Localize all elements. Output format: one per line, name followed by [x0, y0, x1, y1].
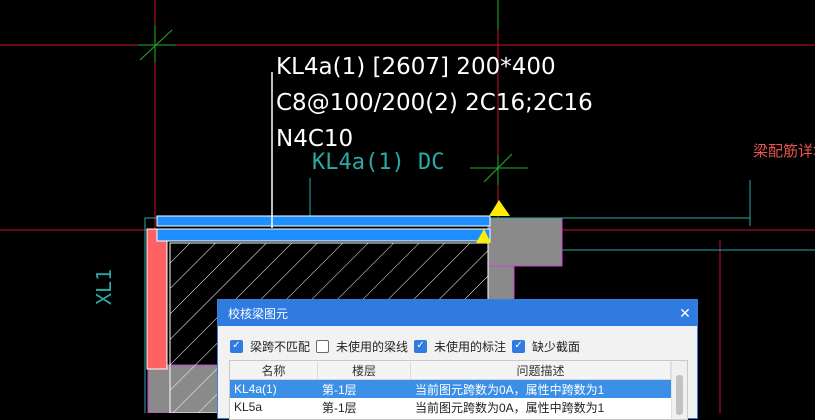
filter-unused-beam-lines[interactable]: 未使用的梁线 [316, 338, 408, 355]
checkbox-checked-icon[interactable]: ✓ [230, 339, 243, 353]
filter-missing-section[interactable]: ✓ 缺少截面 [512, 338, 580, 355]
column-cad-label: XL1 [92, 268, 116, 305]
column-header-floor[interactable]: 楼层 [318, 361, 411, 379]
red-column[interactable] [146, 228, 168, 370]
beam-annotation-line-2[interactable]: C8@100/200(2) 2C16;2C16 [276, 92, 593, 115]
beam-lower-strip[interactable] [156, 228, 491, 242]
dialog-title: 校核梁图元 [228, 306, 289, 321]
close-icon[interactable]: ✕ [673, 305, 697, 322]
filter-label: 未使用的梁线 [336, 339, 409, 354]
filter-unused-annotations[interactable]: ✓ 未使用的标注 [414, 338, 506, 355]
table-scrollbar[interactable] [671, 361, 687, 419]
table-row[interactable]: KL5a 第-1层 当前图元跨数为0A，属性中跨数为1 [230, 398, 687, 416]
filter-label: 未使用的标注 [434, 339, 507, 354]
filter-span-mismatch[interactable]: ✓ 梁跨不匹配 [230, 338, 310, 355]
check-beam-dialog[interactable]: 校核梁图元 ✕ ✓ 梁跨不匹配 未使用的梁线 ✓ 未使用的标注 ✓ 缺少截面 名… [217, 299, 698, 420]
scrollbar-thumb[interactable] [676, 375, 683, 415]
checkbox-unchecked-icon[interactable] [316, 339, 330, 353]
cell-description: 当前图元跨数为0A，属性中跨数为1 [415, 382, 605, 397]
checkbox-checked-icon[interactable]: ✓ [414, 339, 428, 353]
selected-beam[interactable] [156, 215, 491, 227]
filter-label: 缺少截面 [532, 339, 581, 354]
beam-annotation-line-3[interactable]: N4C10 [276, 128, 353, 151]
beam-cad-label: KL4a(1) DC [312, 150, 445, 175]
column-header-description[interactable]: 问题描述 [411, 361, 671, 379]
table-header-row: 名称 楼层 问题描述 [230, 361, 687, 380]
endpoint-marker-top[interactable] [489, 200, 510, 216]
cell-floor: 第-1层 [322, 382, 357, 397]
column-header-name[interactable]: 名称 [230, 361, 318, 379]
filter-options: ✓ 梁跨不匹配 未使用的梁线 ✓ 未使用的标注 ✓ 缺少截面 [218, 326, 697, 356]
side-note-label: 梁配筋详地下 [753, 142, 815, 160]
dialog-titlebar[interactable]: 校核梁图元 ✕ [218, 300, 697, 326]
cell-name: KL5a [234, 400, 263, 414]
beam-annotation-line-1[interactable]: KL4a(1) [2607] 200*400 [276, 56, 556, 79]
filter-label: 梁跨不匹配 [250, 339, 311, 354]
cell-name: KL4a(1) [234, 382, 277, 396]
issues-table[interactable]: 名称 楼层 问题描述 KL4a(1) 第-1层 当前图元跨数为0A，属性中跨数为… [229, 360, 688, 420]
checkbox-checked-icon[interactable]: ✓ [512, 339, 526, 353]
table-row[interactable]: KL4a(1) 第-1层 当前图元跨数为0A，属性中跨数为1 [230, 380, 687, 398]
